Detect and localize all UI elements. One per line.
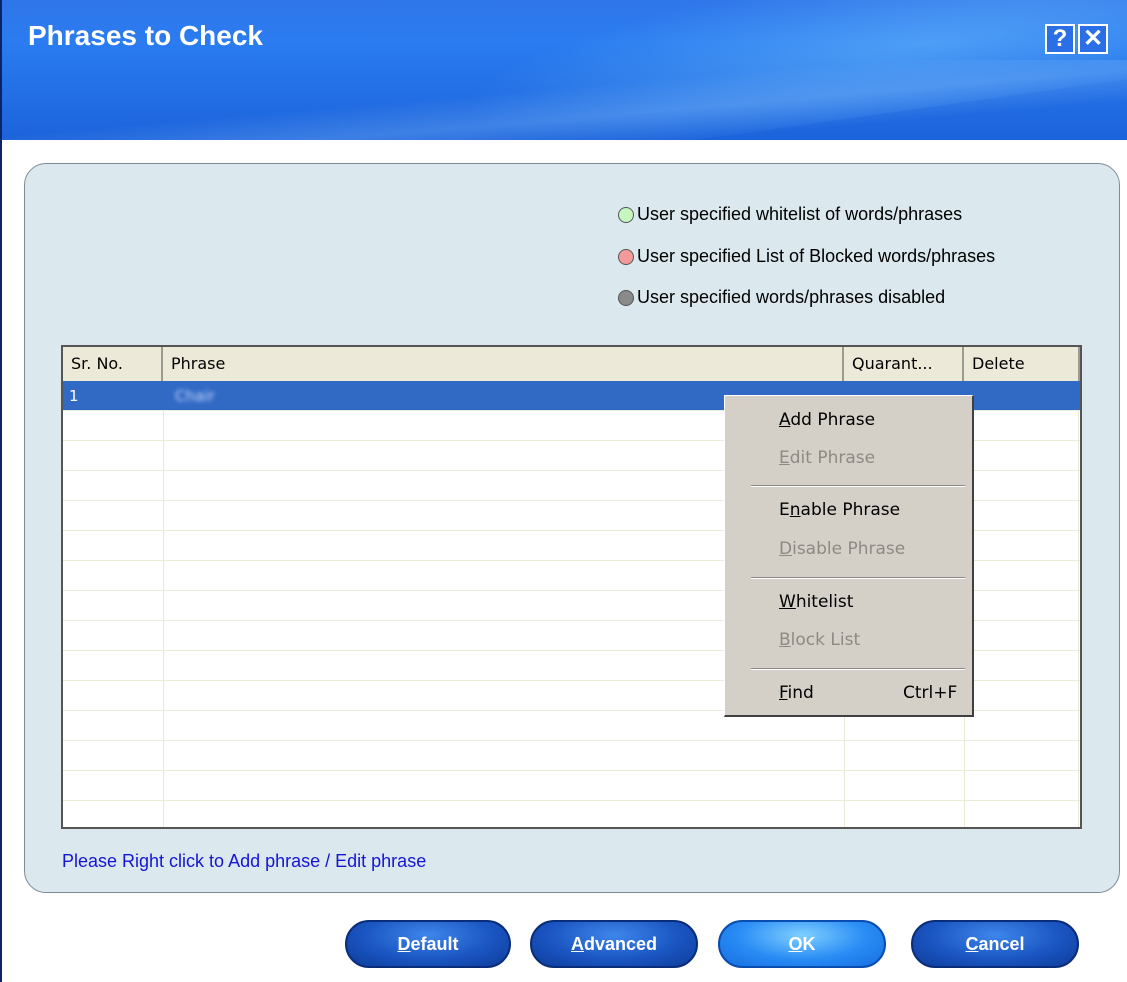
menu-item-find[interactable]: Find [779, 683, 814, 703]
column-header-sr-no[interactable]: Sr. No. [63, 347, 163, 381]
window-title: Phrases to Check [28, 20, 263, 51]
menu-item-add-phrase[interactable]: Add Phrase [779, 410, 875, 430]
column-header-quarantine[interactable]: Quarant... [844, 347, 964, 381]
phrases-dialog: Phrases to Check ? ✕ User specified whit… [0, 0, 1127, 982]
menu-item-whitelist[interactable]: Whitelist [779, 592, 853, 612]
menu-separator [751, 577, 965, 579]
legend-disabled: User specified words/phrases disabled [618, 287, 945, 308]
menu-item-disable-phrase: Disable Phrase [779, 539, 906, 559]
table-row[interactable] [63, 741, 1080, 771]
menu-separator [751, 485, 965, 487]
cancel-button[interactable]: Cancel [911, 920, 1079, 968]
legend-blocked-label: User specified List of Blocked words/phr… [637, 246, 996, 266]
menu-item-edit-phrase: Edit Phrase [779, 448, 876, 468]
close-icon[interactable]: ✕ [1078, 24, 1108, 54]
cell-phrase: Chair [175, 387, 215, 405]
title-bar[interactable]: Phrases to Check ? ✕ [2, 0, 1127, 140]
red-dot-icon [618, 248, 634, 265]
legend-disabled-label: User specified words/phrases disabled [637, 287, 946, 307]
table-row[interactable] [63, 801, 1080, 827]
table-row[interactable] [63, 771, 1080, 801]
legend-blocked: User specified List of Blocked words/phr… [618, 246, 995, 267]
legend-whitelist-label: User specified whitelist of words/phrase… [637, 204, 963, 224]
default-button[interactable]: Default [345, 920, 511, 968]
menu-item-find-shortcut: Ctrl+F [903, 683, 958, 703]
legend-whitelist: User specified whitelist of words/phrase… [618, 204, 962, 225]
green-dot-icon [618, 206, 634, 223]
help-icon[interactable]: ? [1045, 24, 1075, 54]
hint-text: Please Right click to Add phrase / Edit … [62, 851, 427, 871]
table-header: Sr. No. Phrase Quarant... Delete [63, 347, 1080, 382]
context-menu: Add Phrase Edit Phrase Enable Phrase Dis… [724, 395, 974, 717]
menu-item-enable-phrase[interactable]: Enable Phrase [779, 500, 900, 520]
menu-separator [751, 668, 965, 670]
menu-item-block-list: Block List [779, 630, 861, 650]
ok-button[interactable]: OK [718, 920, 886, 968]
cell-sr-no: 1 [69, 387, 79, 405]
title-bar-sheen-stripe [2, 60, 1127, 140]
advanced-button[interactable]: Advanced [530, 920, 698, 968]
column-header-phrase[interactable]: Phrase [163, 347, 844, 381]
column-header-delete[interactable]: Delete [964, 347, 1080, 381]
grey-dot-icon [618, 289, 634, 306]
